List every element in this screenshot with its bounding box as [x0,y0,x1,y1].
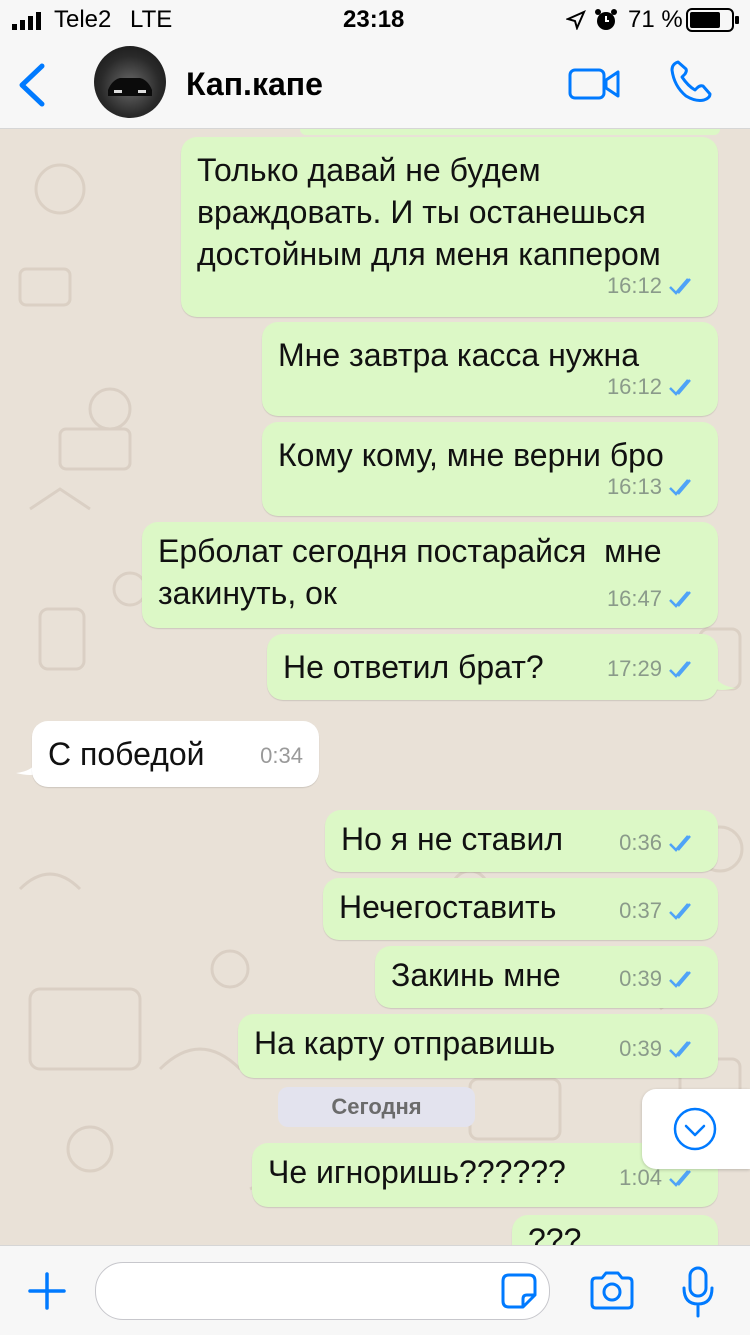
alarm-icon [595,9,617,30]
read-ticks-icon [669,379,691,396]
battery-icon [686,8,739,32]
signal-icon [12,12,41,30]
chat-area[interactable]: Только давай не будем враждовать. И ты о… [0,129,750,1245]
location-arrow-icon [566,10,586,30]
message-text: Закинь мне [391,957,561,993]
chevron-down-circle-icon [673,1107,717,1151]
message-meta: 16:47 [607,578,698,620]
carrier-label: Tele2 [54,6,112,33]
message-meta: 17:29 [607,648,698,690]
car-icon [108,78,152,96]
message-bubble[interactable]: С победой 0:34 [32,721,319,787]
message-meta: 16:13 [607,466,698,508]
message-text: ??? [528,1222,582,1245]
message-text: Но я не ставил [341,821,564,857]
message-time: 0:37 [619,898,662,923]
message-meta: 16:12 [607,265,698,307]
read-ticks-icon [669,278,691,295]
contact-avatar[interactable] [94,46,166,118]
message-text: Мне завтра касса нужна [278,337,640,373]
read-ticks-icon [669,1041,691,1058]
video-call-icon[interactable] [568,66,622,102]
message-time: 0:36 [619,830,662,855]
read-ticks-icon [669,479,691,496]
network-label: LTE [130,6,173,33]
scroll-to-bottom-button[interactable] [642,1089,750,1169]
contact-name[interactable]: Кап.капе [186,66,323,103]
message-meta: 0:37 [619,890,698,932]
battery-percent: 71 % [628,6,683,33]
message-meta: 16:12 [607,366,698,408]
message-text: Только давай не будем враждовать. И ты о… [197,152,661,272]
read-ticks-icon [669,591,691,608]
message-bubble[interactable]: Мне завтра касса нужна 16:12 [262,322,718,416]
read-ticks-icon [669,1170,691,1187]
read-ticks-icon [669,835,691,852]
message-time: 0:39 [619,1036,662,1061]
message-text: На карту отправишь [254,1025,556,1061]
message-time: 0:39 [619,966,662,991]
message-time: 16:12 [606,374,662,399]
message-bubble[interactable]: Нечегоставить 0:37 [323,878,718,940]
sticker-icon[interactable] [501,1273,537,1309]
date-divider: Сегодня [278,1087,475,1127]
message-bubble[interactable]: На карту отправишь 0:39 [238,1014,718,1078]
message-time: 16:12 [606,273,662,298]
previous-message-bubble-edge [300,129,720,135]
message-time: 16:47 [606,586,662,611]
read-ticks-icon [669,661,691,678]
read-ticks-icon [669,903,691,920]
microphone-icon[interactable] [680,1266,716,1318]
message-meta: 0:39 [619,1028,698,1070]
message-meta: 0:34 [260,735,303,777]
message-bubble[interactable]: Только давай не будем враждовать. И ты о… [181,137,718,317]
camera-icon[interactable] [588,1270,636,1312]
message-bubble[interactable]: Закинь мне 0:39 [375,946,718,1008]
message-bubble[interactable]: Но я не ставил 0:36 [325,810,718,872]
message-text: Нечегоставить [339,889,557,925]
message-text: С победой [48,736,205,772]
message-input[interactable] [95,1262,550,1320]
message-text: Ерболат сегодня постарайся мне закинуть,… [158,533,662,611]
message-text: Не ответил брат? [283,649,544,685]
message-bubble[interactable]: Не ответил брат? 17:29 [267,634,718,700]
phone-call-icon[interactable] [668,58,714,104]
status-time: 23:18 [343,6,405,33]
status-bar: Tele2 LTE 23:18 71 % [0,0,750,40]
message-text: Кому кому, мне верни бро [278,437,664,473]
message-time: 16:13 [606,474,662,499]
message-meta: 0:39 [619,958,698,1000]
bubble-tail [712,670,736,690]
message-time: 0:34 [260,743,303,768]
chat-header: Кап.капе [0,40,750,129]
read-ticks-icon [669,971,691,988]
plus-icon[interactable] [28,1272,66,1310]
message-text: Че игноришь?????? [268,1154,566,1190]
message-meta: 0:36 [619,822,698,864]
message-bubble[interactable]: ??? [512,1215,718,1245]
back-chevron-icon[interactable] [14,62,48,108]
message-bubble[interactable]: Кому кому, мне верни бро 16:13 [262,422,718,516]
message-input-bar [0,1245,750,1335]
message-time: 17:29 [606,656,662,681]
message-bubble[interactable]: Ерболат сегодня постарайся мне закинуть,… [142,522,718,628]
